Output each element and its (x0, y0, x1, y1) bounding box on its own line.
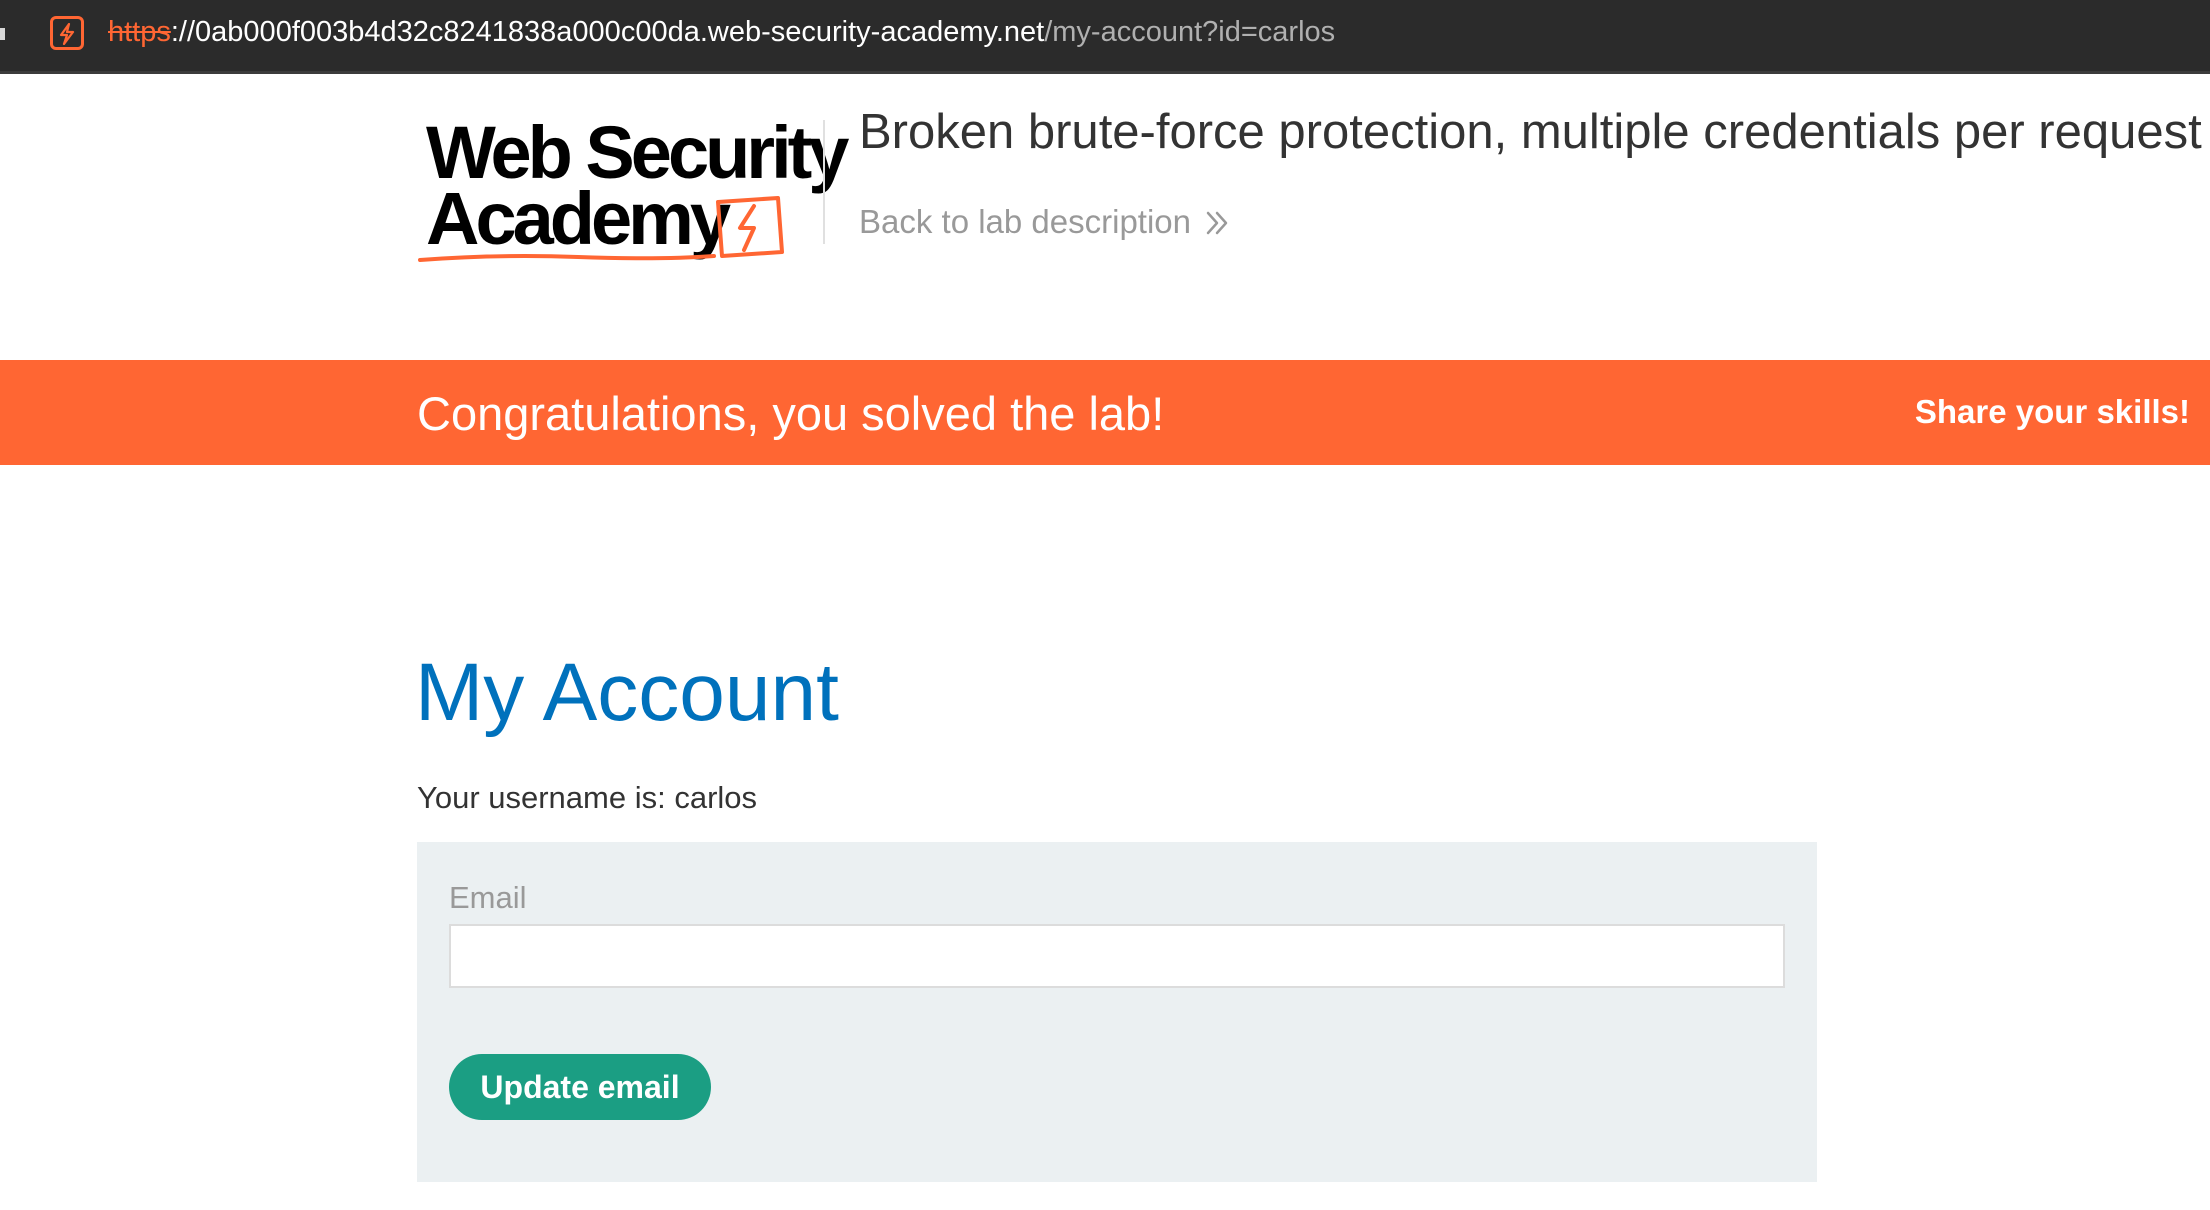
lightning-logo-icon (716, 196, 784, 258)
email-label: Email (449, 880, 527, 915)
logo-text-line2: Academy (426, 177, 731, 260)
change-email-form: Email Update email (417, 842, 1817, 1182)
back-link-label: Back to lab description (859, 203, 1192, 240)
lab-solved-banner: Congratulations, you solved the lab! Sha… (0, 360, 2210, 465)
email-input[interactable] (449, 924, 1785, 988)
username-text: Your username is: carlos (417, 780, 758, 815)
update-email-button[interactable]: Update email (449, 1054, 711, 1120)
reload-icon[interactable] (0, 28, 5, 40)
browser-address-bar[interactable]: https://0ab000f003b4d32c8241838a000c00da… (0, 0, 2210, 74)
url-separator: :// (170, 16, 196, 48)
lightning-square-icon[interactable] (50, 16, 84, 50)
share-your-skills-link[interactable]: Share your skills! (1915, 390, 2190, 434)
lab-title: Broken brute-force protection, multiple … (859, 105, 2202, 159)
double-chevron-right-icon (1205, 203, 1231, 247)
congratulations-message: Congratulations, you solved the lab! (417, 387, 1165, 440)
url-path: /my-account?id=carlos (1044, 16, 1336, 48)
logo-underline (418, 254, 716, 262)
url-host: 0ab000f003b4d32c8241838a000c00da.web-sec… (195, 16, 1045, 48)
header-divider (823, 120, 825, 244)
back-to-lab-description-link[interactable]: Back to lab description (859, 200, 1231, 247)
url-scheme: https (108, 16, 171, 48)
web-security-academy-logo[interactable]: Web Security Academy (414, 112, 849, 262)
url-text[interactable]: https://0ab000f003b4d32c8241838a000c00da… (108, 14, 1335, 50)
page-title: My Account (415, 647, 839, 738)
